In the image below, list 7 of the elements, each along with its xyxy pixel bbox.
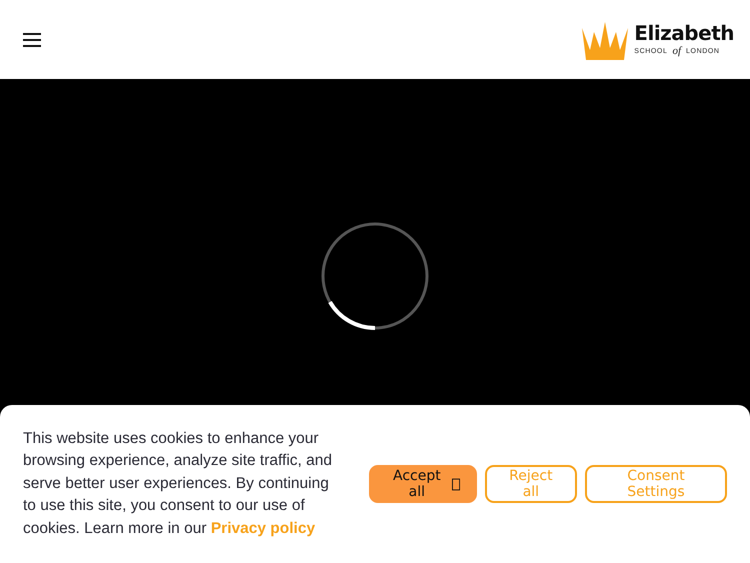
logo-tagline: of — [672, 45, 682, 57]
accept-button[interactable]: Accept all — [369, 465, 477, 503]
cookie-message: This website uses cookies to enhance your browsing experience, analyze site traffic, and serve better user experiences. By continuing to use this site, you consent to our use of cookies. Learn more in our Privacy policy — [23, 428, 333, 539]
logo-name: Elizabeth — [634, 22, 734, 44]
cookie-option-button[interactable]: Consent Settings — [584, 465, 727, 503]
cookie-option-button[interactable]: Reject all — [484, 465, 577, 503]
privacy-policy-link[interactable]: Privacy policy — [210, 520, 316, 537]
